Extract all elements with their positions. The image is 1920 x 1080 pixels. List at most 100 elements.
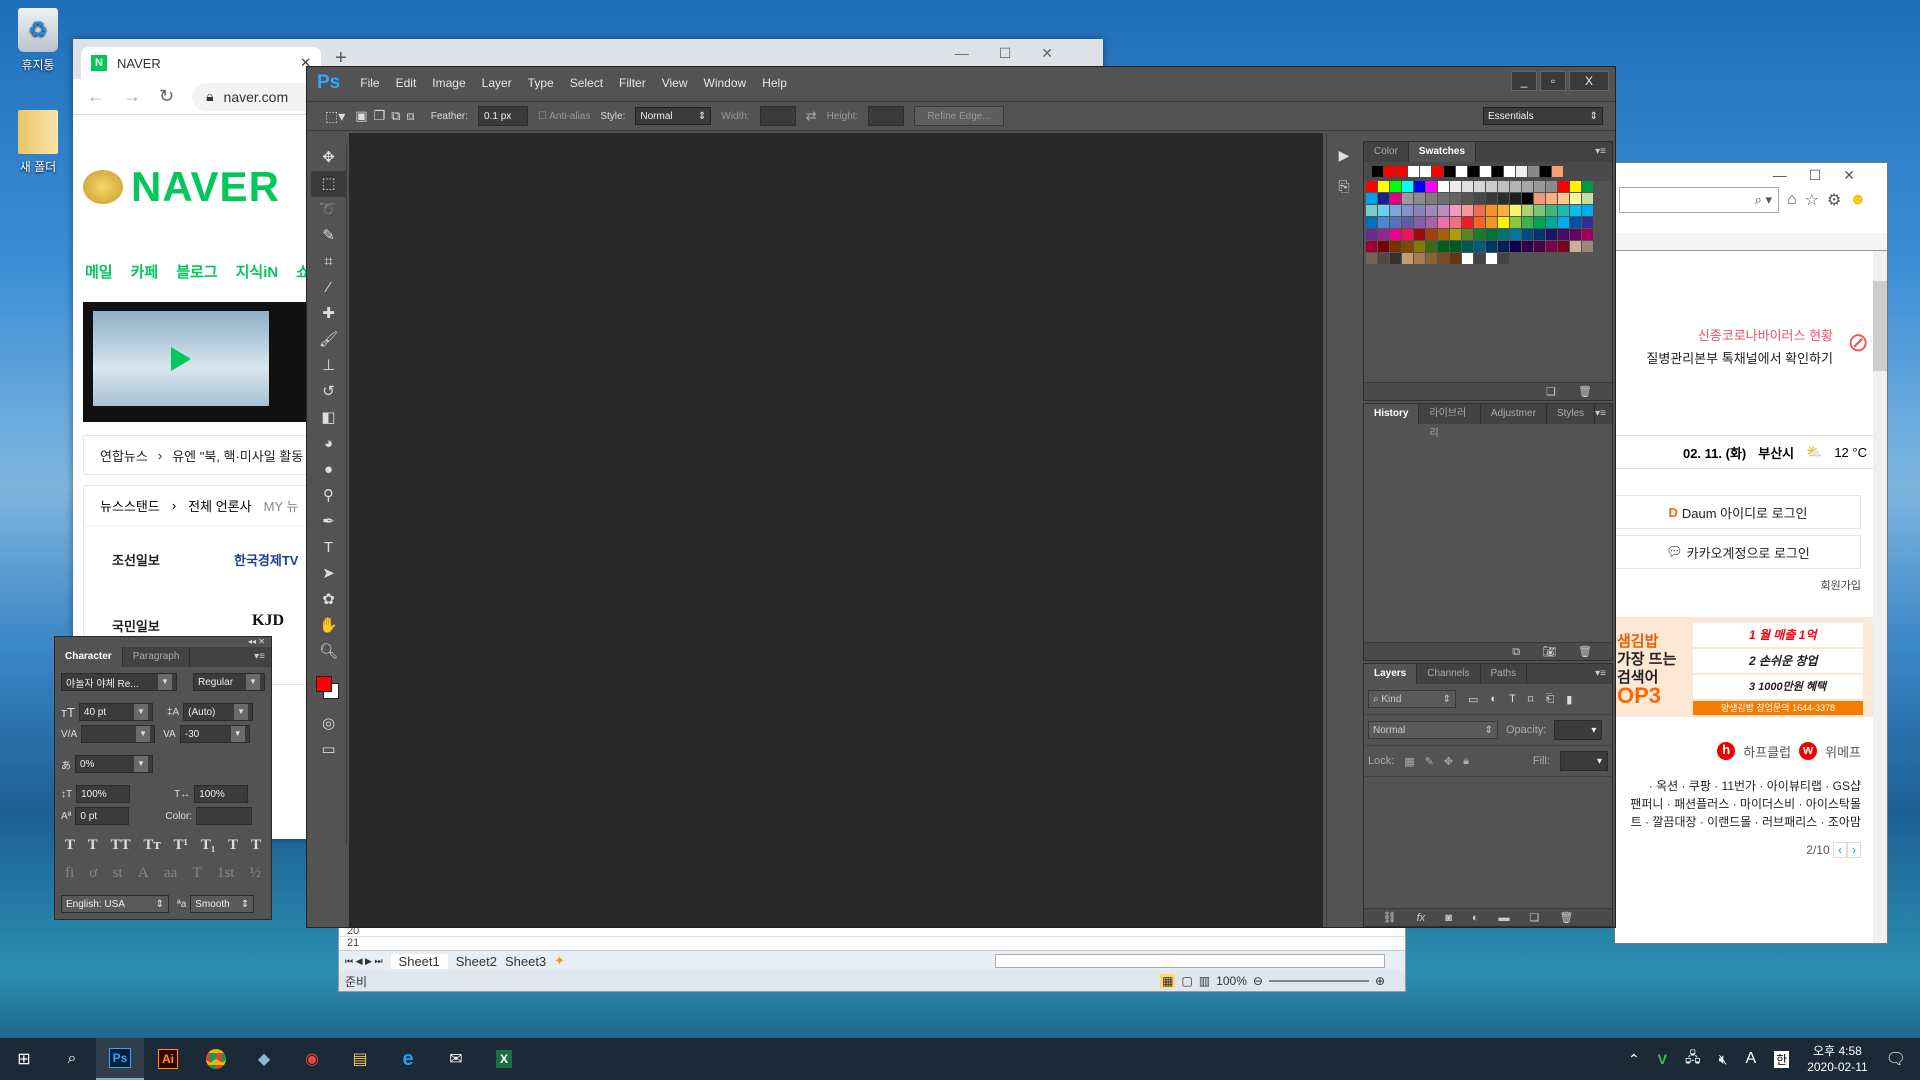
swatch[interactable] [1414,241,1425,252]
zoom-in-icon[interactable]: ⊕ [1375,974,1385,988]
swatch[interactable] [1558,217,1569,228]
style-select[interactable]: Normal ⇕ [635,107,712,125]
panel-menu-icon[interactable]: ▾≡ [254,647,271,667]
swatch[interactable] [1546,181,1557,192]
tab-libraries[interactable]: 라이브러리 [1419,404,1481,439]
swatch[interactable] [1570,205,1581,216]
taskbar-mail[interactable]: ✉ [432,1038,480,1080]
swatch[interactable] [1498,205,1509,216]
press-logo[interactable]: 한국경제TV [234,550,298,569]
swatch[interactable] [1534,241,1545,252]
panel-menu-icon[interactable]: ▾≡ [1595,142,1612,162]
opacity-input[interactable]: ▾ [1554,720,1603,740]
swatch[interactable] [1498,181,1509,192]
swatch[interactable] [1480,166,1491,177]
swatch[interactable] [1408,166,1419,177]
selection-mode-buttons[interactable]: ▣❐⧉⧈ [355,108,421,124]
type-style-button[interactable]: fi [65,865,74,882]
crop-tool-icon[interactable]: ⌗ [311,249,346,275]
sheet-nav-buttons[interactable]: ⏮ ◀ ▶ ⏭ [345,956,383,967]
healing-tool-icon[interactable]: ✚ [311,301,346,327]
settings-gear-icon[interactable]: ⚙ [1827,190,1841,210]
screen-mode-icon[interactable]: ▭ [311,737,346,763]
insert-sheet-icon[interactable]: ✦ [554,953,565,969]
brush-tool-icon[interactable]: 🖌︎ [311,327,346,353]
bucket-tool-icon[interactable]: ◕ [311,431,346,457]
move-tool-icon[interactable]: ✥ [311,145,346,171]
press-logo[interactable]: KJD [252,612,284,630]
type-style-button[interactable]: T [88,837,98,854]
marquee-tool-icon[interactable]: ⬚ [311,171,346,197]
trash-icon[interactable]: 🗑︎ [1578,383,1592,400]
tab-adjustments[interactable]: Adjustmer [1481,404,1547,424]
swatch[interactable] [1474,193,1485,204]
swatch[interactable] [1582,193,1593,204]
swatch[interactable] [1414,253,1425,264]
swatch[interactable] [1378,217,1389,228]
swatch[interactable] [1582,217,1593,228]
swatch[interactable] [1582,205,1593,216]
swatch[interactable] [1486,217,1497,228]
swatch[interactable] [1474,229,1485,240]
signup-link[interactable]: 회원가입 [1615,577,1861,593]
swatch[interactable] [1474,205,1485,216]
swatch[interactable] [1402,253,1413,264]
swatch[interactable] [1450,253,1461,264]
swatch[interactable] [1486,253,1497,264]
dodge-tool-icon[interactable]: ⚲ [311,483,346,509]
menu-filter[interactable]: Filter [619,76,646,90]
swatch[interactable] [1450,181,1461,192]
lock-position-icon[interactable]: ✥ [1444,755,1453,768]
swatch[interactable] [1534,205,1545,216]
swatch[interactable] [1498,193,1509,204]
swatch[interactable] [1426,253,1437,264]
swatch[interactable] [1552,166,1563,177]
type-style-button[interactable]: T [251,837,261,854]
hand-tool-icon[interactable]: ✋ [311,613,346,639]
foreground-color-swatch[interactable] [316,676,332,692]
swatch[interactable] [1522,193,1533,204]
nav-blog[interactable]: 블로그 [176,261,217,282]
type-style-button[interactable]: Tт [143,837,160,854]
swatch[interactable] [1366,229,1377,240]
show-hidden-icons-chevron[interactable]: ⌃ [1628,1051,1640,1068]
swatch[interactable] [1516,166,1527,177]
weather-bar[interactable]: 02. 11. (화) 부산시 ⛅ 12 °C [1615,435,1873,469]
menu-edit[interactable]: Edit [396,76,417,90]
type-style-button[interactable]: A [138,865,149,882]
swatch[interactable] [1444,166,1455,177]
actions-panel-icon[interactable]: ▶ [1327,147,1361,164]
nav-cafe[interactable]: 카페 [131,261,159,282]
swatch[interactable] [1414,181,1425,192]
home-icon[interactable]: ⌂ [1787,191,1797,209]
type-style-button[interactable]: T¹ [174,837,189,854]
refine-edge-button[interactable]: Refine Edge... [914,106,1004,126]
layer-filter-kind-select[interactable]: ⌕ Kind ⇕ [1368,690,1456,708]
swatch[interactable] [1486,241,1497,252]
swatch[interactable] [1378,253,1389,264]
swatch[interactable] [1390,193,1401,204]
swatch[interactable] [1450,217,1461,228]
zoom-tool-icon[interactable]: 🔍︎ [311,639,346,665]
swatch[interactable] [1570,193,1581,204]
swatch[interactable] [1378,205,1389,216]
swatch[interactable] [1486,181,1497,192]
swatch[interactable] [1546,217,1557,228]
swatch[interactable] [1426,241,1437,252]
swatch[interactable] [1522,229,1533,240]
sheet-tab[interactable]: Sheet2 [456,954,497,969]
swatch[interactable] [1402,205,1413,216]
wemakeprice-link[interactable]: 위메프 [1825,742,1861,761]
swatch[interactable] [1390,205,1401,216]
swatch[interactable] [1426,217,1437,228]
swatch[interactable] [1534,229,1545,240]
camera-snapshot-icon[interactable]: 📷︎ [1542,643,1556,660]
all-press-tab[interactable]: 전체 언론사 [188,496,251,515]
quick-mask-icon[interactable]: ◎ [311,711,346,737]
tab-styles[interactable]: Styles [1547,404,1596,424]
newsstand-link[interactable]: 뉴스스탠드 [100,496,160,515]
swatch[interactable] [1414,217,1425,228]
swatch[interactable] [1462,229,1473,240]
new-document-from-state-icon[interactable]: ⧉ [1512,643,1520,660]
swatch[interactable] [1582,241,1593,252]
